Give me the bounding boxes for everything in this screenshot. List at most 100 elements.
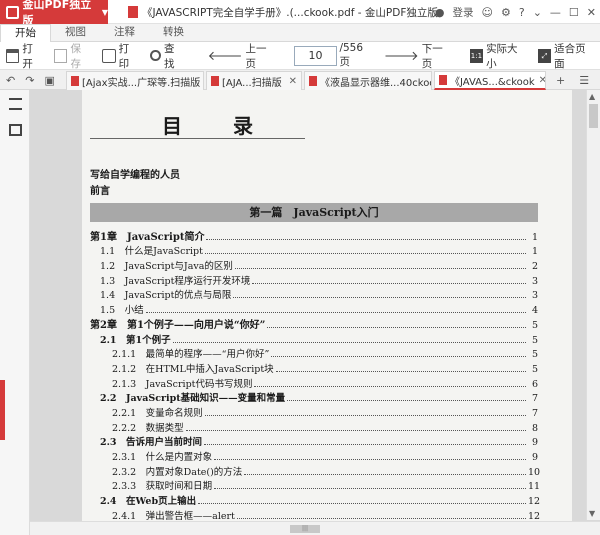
- sidebar-toggle-handle[interactable]: [0, 380, 5, 440]
- document-tab[interactable]: 《液晶显示器维...40ckook✕: [304, 71, 432, 90]
- toc-entry-label: 2.4.1 弹出警告框——alert: [112, 510, 235, 522]
- minimize-icon[interactable]: —: [546, 6, 565, 19]
- new-tab-icon[interactable]: +: [556, 74, 565, 87]
- toc-leader-dots: [198, 503, 526, 505]
- document-tab[interactable]: [AJA...扫描版 ✕: [206, 71, 302, 90]
- horizontal-scrollbar[interactable]: |||: [30, 521, 600, 535]
- document-tab-label: 《JAVAS...&ckook: [450, 76, 535, 88]
- maximize-icon[interactable]: ☐: [565, 6, 583, 19]
- document-tab-active[interactable]: 《JAVAS...&ckook✕: [434, 71, 546, 90]
- heading-rule: [90, 138, 305, 139]
- toc-entry[interactable]: 第1章 JavaScript简介 1: [90, 228, 538, 243]
- actual-size-icon: 1:1: [469, 48, 484, 63]
- toc-entry-label: 1.2 JavaScript与Java的区别: [100, 261, 233, 273]
- toc-entry[interactable]: 2.3.2 内置对象Date()的方法 10: [90, 463, 540, 478]
- toc-entry-page: 7: [531, 407, 538, 419]
- toc-entry[interactable]: 2.4 在Web页上输出 12: [90, 492, 540, 507]
- vertical-scrollbar[interactable]: ▲ ▼: [586, 90, 600, 520]
- tab-annotate[interactable]: 注释: [100, 24, 149, 41]
- toc-entry[interactable]: 2.2 JavaScript基础知识——变量和常量 7: [90, 390, 538, 405]
- pdf-file-icon: [128, 6, 138, 18]
- scroll-thumb[interactable]: [589, 104, 598, 128]
- actual-size-button[interactable]: 1:1 实际大小: [464, 42, 532, 70]
- toc-entry[interactable]: 2.1 第1个例子 5: [90, 331, 538, 346]
- toc-entry-page: 5: [531, 319, 538, 331]
- chat-icon[interactable]: ☺: [478, 6, 497, 19]
- toc-entry-label: 2.1.3 JavaScript代码书写规则: [112, 378, 253, 390]
- toc-entry-page: 1: [531, 246, 538, 258]
- gear-icon[interactable]: ⚙: [497, 6, 515, 19]
- toc-entry[interactable]: 第2章 第1个例子——向用户说“你好” 5: [90, 316, 538, 331]
- toc-entry[interactable]: 1.1 什么是JavaScript 1: [90, 243, 538, 258]
- toc-leader-dots: [206, 238, 526, 240]
- close-icon[interactable]: ✕: [535, 75, 545, 86]
- toc-entry[interactable]: 2.2.2 数据类型 8: [90, 419, 538, 434]
- preface-entry: 前言: [90, 186, 110, 197]
- fit-page-button[interactable]: ⤢ 适合页面: [532, 42, 600, 70]
- app-menu-button[interactable]: 金山PDF独立版 ▼: [0, 0, 108, 27]
- toc-entry-page: 9: [531, 437, 538, 449]
- pdf-file-icon: [309, 76, 317, 86]
- toc-entry[interactable]: 2.2.1 变量命名规则 7: [90, 404, 538, 419]
- toc-entry[interactable]: 1.3 JavaScript程序运行开发环境 3: [90, 272, 538, 287]
- toc-entry[interactable]: 2.1.2 在HTML中插入JavaScript块 5: [90, 360, 538, 375]
- close-icon[interactable]: ✕: [583, 6, 600, 19]
- find-button[interactable]: 查找: [144, 43, 189, 70]
- login-link[interactable]: 登录: [449, 5, 478, 20]
- tab-actions: + ☰: [556, 70, 589, 90]
- toc-entry[interactable]: 2.4.1 弹出警告框——alert 12: [90, 507, 540, 522]
- save-label: 保存: [70, 42, 81, 70]
- toc-leader-dots: [204, 444, 526, 446]
- scroll-down-icon[interactable]: ▼: [589, 509, 595, 518]
- toc-entry[interactable]: 1.2 JavaScript与Java的区别 2: [90, 257, 538, 272]
- window-title: 《JAVASCRIPT完全自学手册》.(...ckook.pdf - 金山PDF…: [128, 5, 438, 20]
- toc-leader-dots: [236, 517, 526, 519]
- toc-entry[interactable]: 2.3 告诉用户当前时间 9: [90, 434, 538, 449]
- horizontal-scroll-thumb[interactable]: |||: [290, 525, 320, 533]
- toc-leader-dots: [214, 488, 526, 490]
- save-icon[interactable]: ▣: [44, 74, 54, 87]
- scroll-up-icon[interactable]: ▲: [589, 92, 595, 101]
- fit-page-label: 适合页面: [554, 42, 586, 70]
- tab-view[interactable]: 视图: [51, 24, 100, 41]
- tab-convert[interactable]: 转换: [149, 24, 198, 41]
- next-page-button[interactable]: 🡒 下一页: [378, 43, 456, 70]
- page-number-input[interactable]: 10: [293, 45, 338, 66]
- thumbnail-icon[interactable]: [9, 124, 22, 136]
- save-button[interactable]: 保存: [48, 42, 96, 70]
- toc-entry[interactable]: 2.1.3 JavaScript代码书写规则 6: [90, 375, 538, 390]
- chevron-down-icon[interactable]: ⌄: [529, 6, 546, 19]
- toc-entry[interactable]: 1.4 JavaScript的优点与局限 3: [90, 287, 538, 301]
- toc-entry[interactable]: 1.5 小结 4: [90, 301, 538, 316]
- arrow-left-icon: 🡐: [207, 48, 243, 64]
- open-button[interactable]: 打开: [0, 43, 48, 70]
- toc-leader-dots: [233, 297, 526, 299]
- undo-icon[interactable]: ↶: [6, 74, 15, 87]
- toc-entry-label: 2.1.2 在HTML中插入JavaScript块: [112, 363, 274, 375]
- toc-entry[interactable]: 2.3.1 什么是内置对象 9: [90, 448, 538, 463]
- print-button[interactable]: 打印: [96, 43, 144, 70]
- help-icon[interactable]: ?: [515, 6, 529, 19]
- toc-entry-page: 3: [531, 275, 538, 287]
- app-logo-icon: [6, 5, 19, 19]
- prev-page-button[interactable]: 🡐 上一页: [202, 43, 280, 70]
- outline-icon[interactable]: [9, 98, 22, 110]
- close-icon[interactable]: ✕: [285, 76, 297, 87]
- chevron-down-icon: ▼: [101, 7, 108, 17]
- redo-icon[interactable]: ↷: [25, 74, 34, 87]
- document-viewer[interactable]: 目 录 写给自学编程的人员 前言 第一篇 JavaScript入门 第1章 Ja…: [30, 90, 600, 535]
- toolbar: 打开 保存 打印 查找 🡐 上一页 10 /556页 🡒 下一页 1:1 实际大小 ⤢…: [0, 42, 600, 70]
- toc-entry-page: 7: [531, 393, 538, 405]
- toc-entry[interactable]: 2.3.3 获取时间和日期 11: [90, 478, 540, 492]
- toc-leader-dots: [244, 473, 526, 475]
- document-tab[interactable]: [Ajax实战...广琛等.扫描版✕: [66, 71, 204, 90]
- close-icon[interactable]: ✕: [200, 76, 203, 87]
- toc-entry-label: 2.1.1 最简单的程序——“用户你好”: [112, 349, 270, 361]
- toc-leader-dots: [252, 282, 526, 284]
- user-icon[interactable]: ●: [431, 6, 449, 19]
- actual-size-label: 实际大小: [486, 42, 518, 70]
- toc-entry[interactable]: 2.1.1 最简单的程序——“用户你好” 5: [90, 346, 538, 361]
- tab-menu-icon[interactable]: ☰: [579, 74, 589, 87]
- document-tab-label: [AJA...扫描版: [222, 77, 282, 89]
- toc-entry-label: 2.3.1 什么是内置对象: [112, 452, 213, 463]
